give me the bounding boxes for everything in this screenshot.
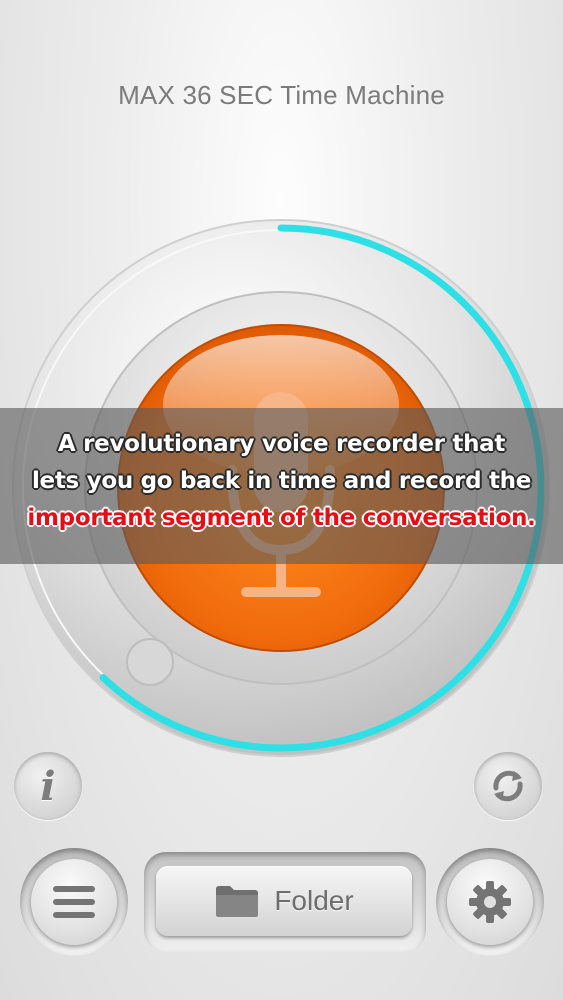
sync-button[interactable]: [474, 752, 542, 820]
menu-button-well: [20, 848, 128, 956]
settings-button[interactable]: [447, 859, 533, 945]
sync-icon: [493, 770, 523, 802]
folder-button-label: Folder: [274, 885, 354, 916]
promo-caption: A revolutionary voice recorder that lets…: [0, 426, 563, 537]
dial-knob[interactable]: [126, 638, 174, 686]
caption-line-1: A revolutionary voice recorder that: [57, 431, 506, 457]
app-title: MAX 36 SEC Time Machine: [118, 80, 445, 110]
menu-button[interactable]: [31, 859, 117, 945]
menu-icon: [53, 886, 95, 918]
folder-icon: [216, 886, 259, 917]
caption-line-3: important segment of the conversation.: [27, 505, 536, 531]
settings-button-well: [436, 848, 544, 956]
gear-icon: [469, 881, 511, 923]
caption-line-2: lets you go back in time and record the: [31, 468, 532, 494]
info-button[interactable]: i: [14, 752, 82, 820]
folder-button[interactable]: Folder: [156, 866, 412, 936]
info-icon: i: [40, 762, 56, 810]
folder-button-well: Folder: [144, 852, 426, 952]
